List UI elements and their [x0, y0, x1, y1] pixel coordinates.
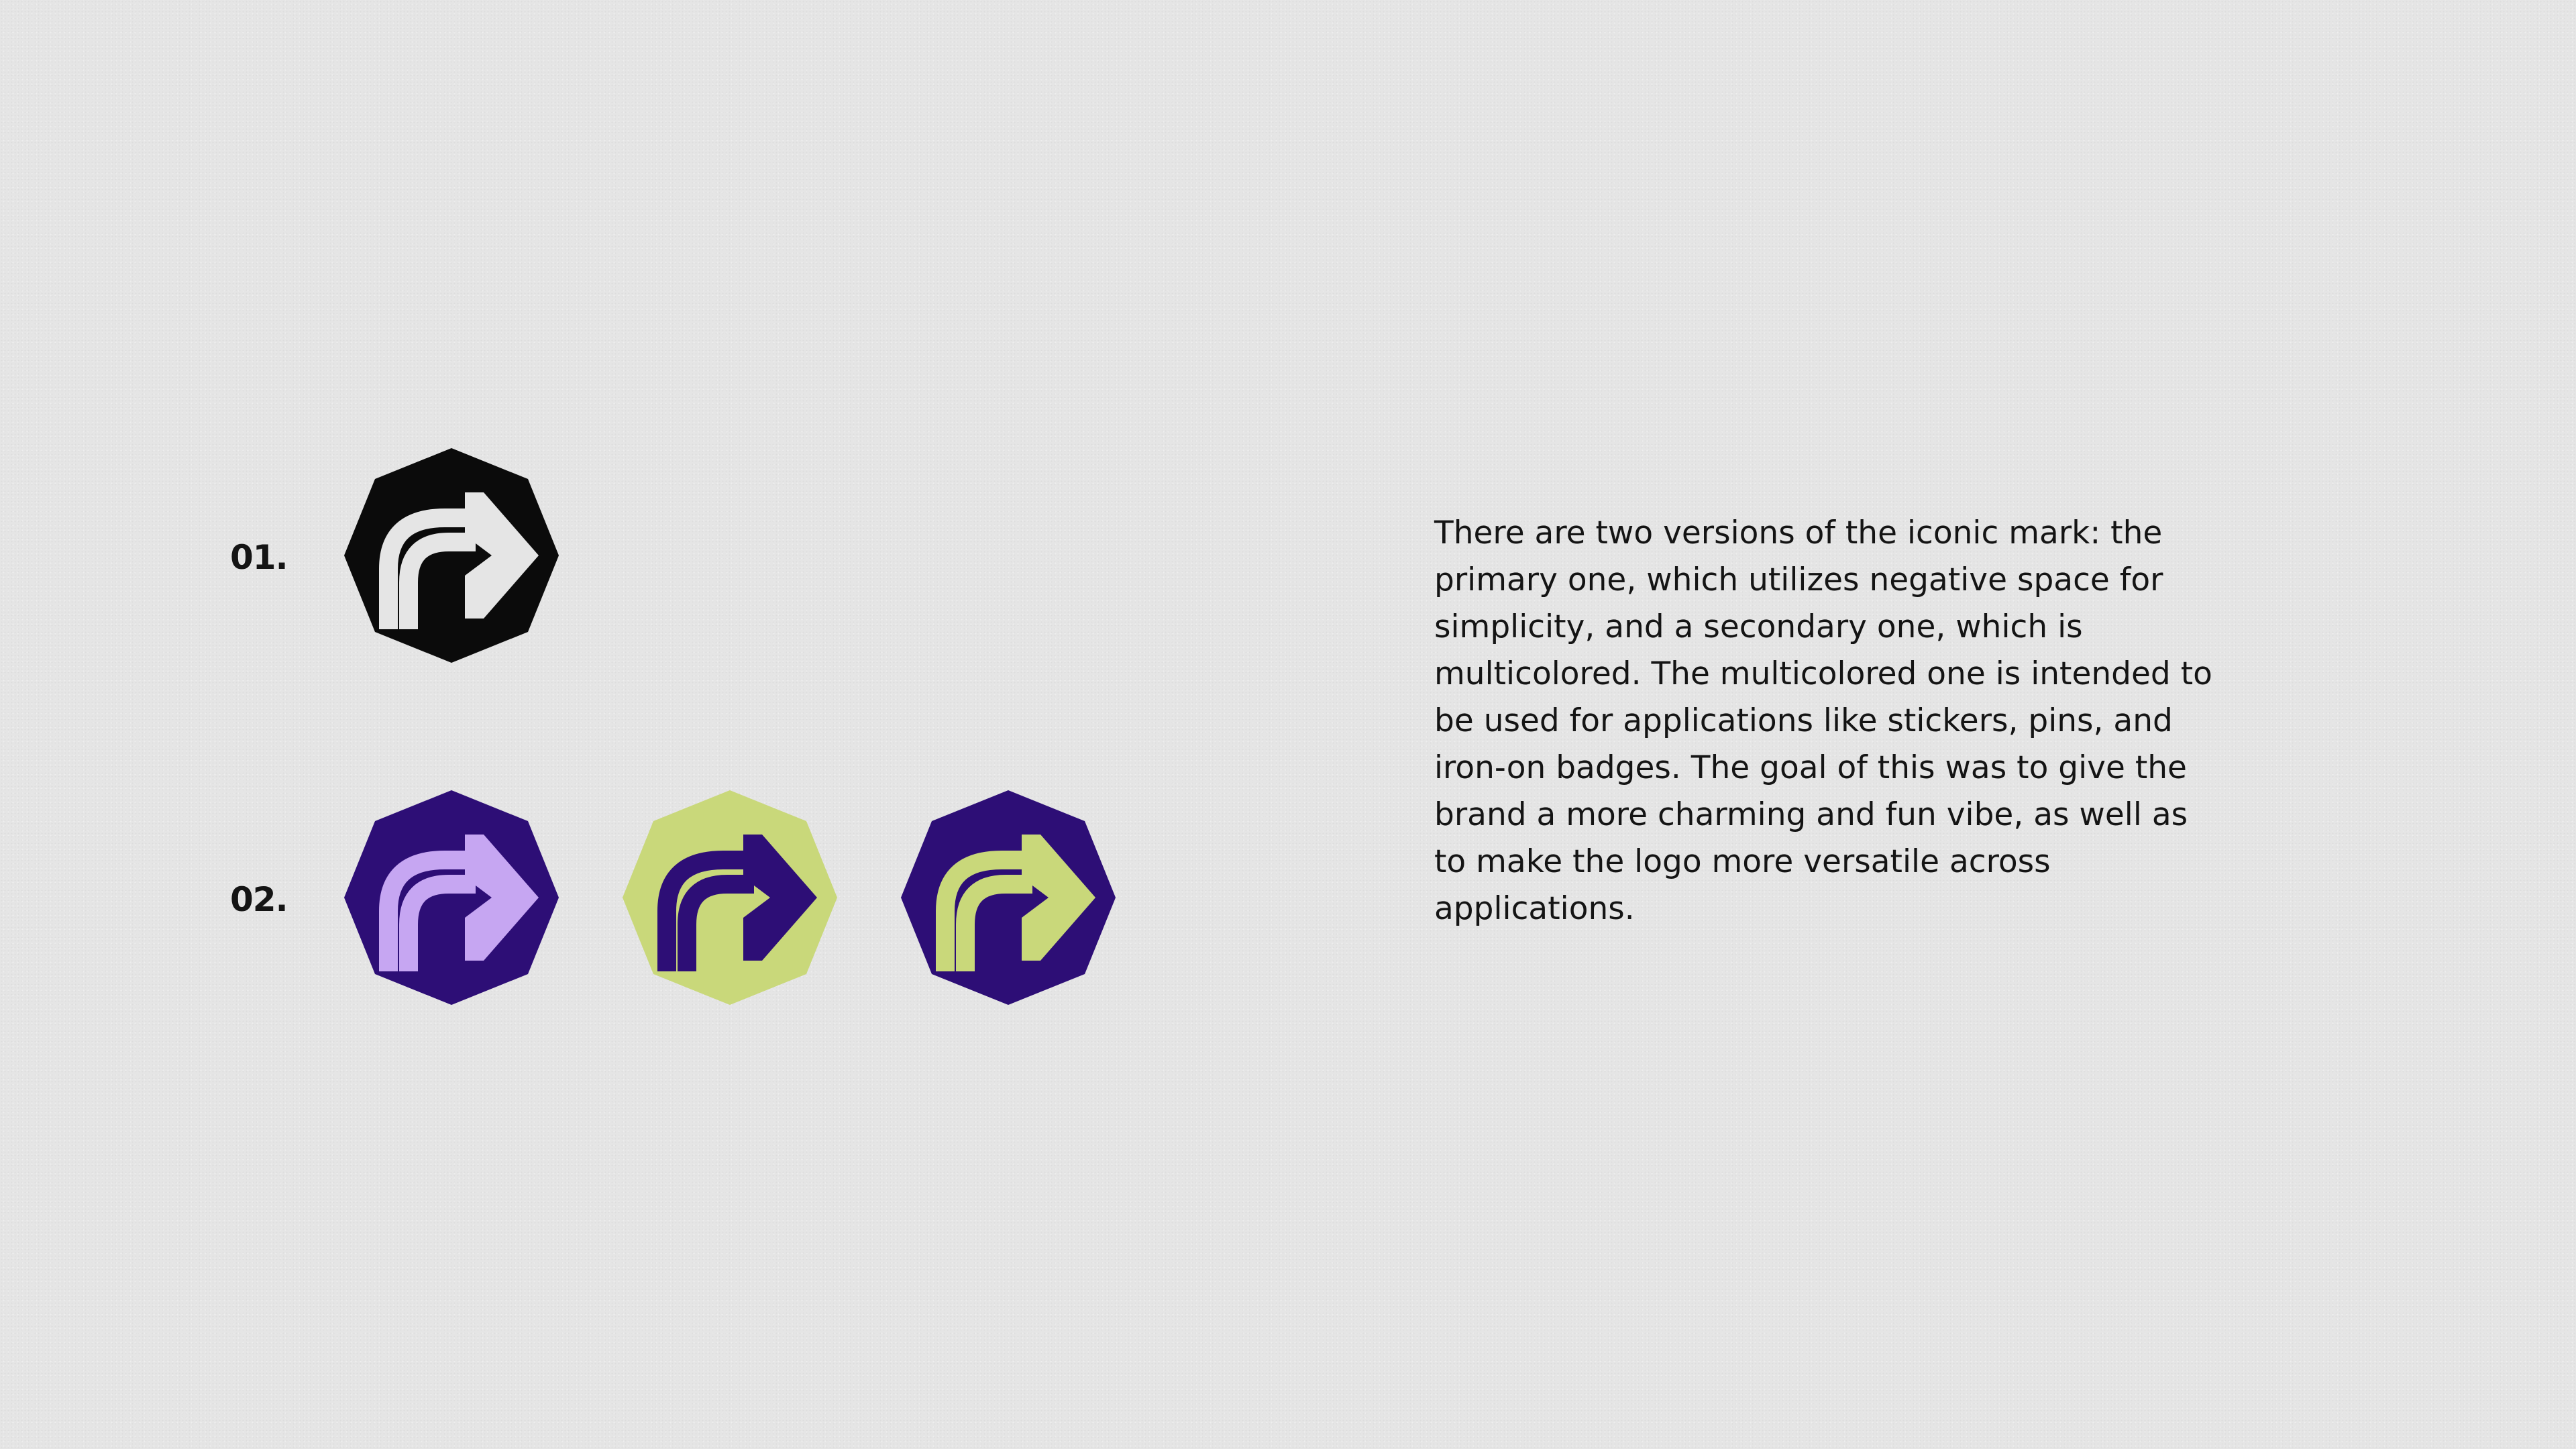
star-arrow-logo-icon: [623, 790, 837, 1005]
description-paragraph: There are two versions of the iconic mar…: [1434, 515, 2212, 927]
secondary-mark-lime-logo: [623, 790, 837, 1005]
star-arrow-logo-icon: [901, 790, 1116, 1005]
secondary-mark-dark-logo: [901, 790, 1116, 1005]
star-arrow-logo-icon: [344, 448, 559, 663]
row-label-primary: 01.: [230, 538, 288, 577]
secondary-mark-purple-logo: [344, 790, 559, 1005]
row-label-secondary: 02.: [230, 880, 288, 919]
star-arrow-logo-icon: [344, 790, 559, 1005]
primary-mark-logo: [344, 448, 559, 663]
